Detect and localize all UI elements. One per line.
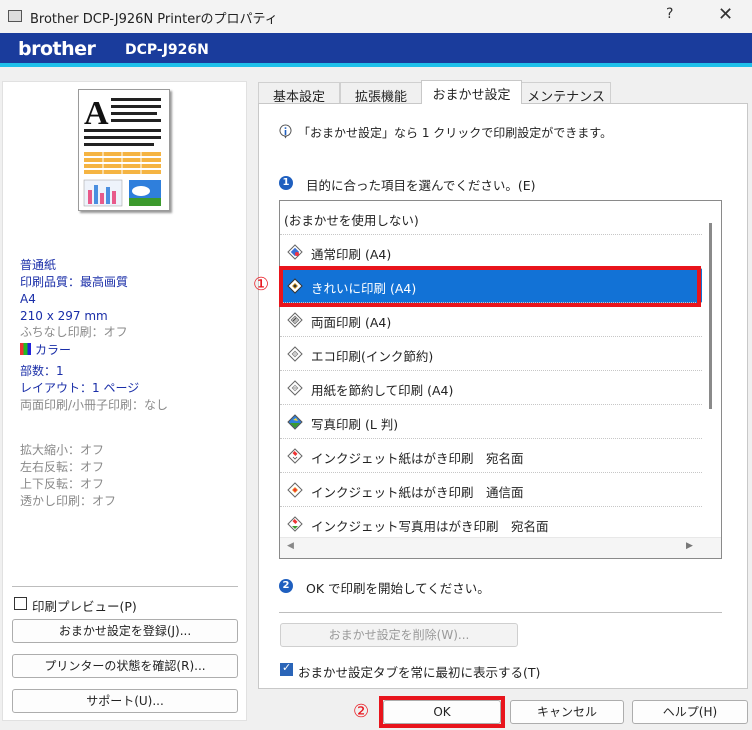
window-title: Brother DCP-J926N Printerのプロパティ (30, 12, 278, 27)
delete-preset-button[interactable]: おまかせ設定を削除(W)... (280, 623, 518, 647)
scroll-left-arrow-icon[interactable]: ◀ (287, 541, 294, 551)
watermark-text: 透かし印刷：オフ (20, 494, 117, 508)
svg-text:A: A (84, 95, 109, 132)
always-show-first-checkbox[interactable] (280, 661, 293, 676)
print-preview-checkbox[interactable] (14, 597, 27, 610)
title-bar: Brother DCP-J926N Printerのプロパティ ? ✕ (0, 0, 752, 33)
mirror-text: 左右反転：オフ (20, 460, 105, 474)
postcard-address-icon (287, 448, 303, 464)
brother-logo: brother (18, 38, 96, 60)
vertical-scroll-thumb[interactable] (709, 223, 712, 409)
highlight-frame-selection (279, 266, 701, 307)
photo-print-icon (287, 414, 303, 430)
vertical-scrollbar[interactable] (705, 201, 721, 537)
list-item-label: 通常印刷 (A4) (311, 247, 392, 262)
normal-print-icon (287, 244, 303, 260)
paper-save-icon (287, 380, 303, 396)
step-1-badge: 1 (279, 176, 293, 190)
list-item[interactable]: インクジェット紙はがき印刷 通信面 (280, 473, 702, 507)
divider (279, 612, 722, 613)
paper-dimensions-text: 210 x 297 mm (20, 309, 108, 323)
scroll-right-arrow-icon[interactable]: ▶ (686, 541, 693, 551)
list-item[interactable]: 用紙を節約して印刷 (A4) (280, 371, 702, 405)
cancel-button[interactable]: キャンセル (510, 700, 624, 724)
list-item-label: インクジェット写真用はがき印刷 宛名面 (311, 519, 549, 534)
annotation-marker-2: ② (353, 701, 370, 722)
postcard-message-icon (287, 482, 303, 498)
annotation-marker-1: ① (253, 274, 270, 295)
list-item[interactable]: 写真印刷 (L 判) (280, 405, 702, 439)
scaling-text: 拡大縮小：オフ (20, 443, 105, 457)
list-item[interactable]: インクジェット紙はがき印刷 宛名面 (280, 439, 702, 473)
list-item[interactable]: インクジェット写真用はがき印刷 宛名面 (280, 507, 702, 541)
help-button[interactable]: ヘルプ(H) (632, 700, 748, 724)
brand-bar: brother DCP-J926N (0, 33, 752, 67)
color-icon (20, 343, 31, 355)
list-item[interactable]: エコ印刷(インク節約) (280, 337, 702, 371)
list-item-label: エコ印刷(インク節約) (311, 349, 434, 364)
list-item[interactable]: (おまかせを使用しない) (280, 201, 702, 235)
info-icon (279, 124, 292, 139)
step-2-text: OK で印刷を開始してください。 (306, 581, 490, 596)
list-item[interactable]: 通常印刷 (A4) (280, 235, 702, 269)
tab-advanced[interactable]: 拡張機能 (340, 82, 422, 105)
print-preview-label: 印刷プレビュー(P) (32, 599, 137, 614)
support-button[interactable]: サポート(U)... (12, 689, 238, 713)
tab-presets[interactable]: おまかせ設定 (421, 80, 522, 104)
divider (12, 586, 238, 587)
tab-maintenance[interactable]: メンテナンス (521, 82, 611, 105)
highlight-frame-ok (379, 696, 505, 728)
model-name: DCP-J926N (125, 42, 209, 58)
paper-size-text: A4 (20, 292, 36, 306)
color-mode: カラー (20, 342, 71, 358)
print-quality-text: 印刷品質：最高画質 (20, 275, 129, 289)
preset-list[interactable]: (おまかせを使用しない) 通常印刷 (A4) きれいに印刷 (A4) 両面印刷 … (279, 200, 722, 559)
duplex-print-icon (287, 312, 303, 328)
list-item-label: インクジェット紙はがき印刷 通信面 (311, 485, 524, 500)
eco-print-icon (287, 346, 303, 362)
register-preset-button[interactable]: おまかせ設定を登録(J)... (12, 619, 238, 643)
tab-basic[interactable]: 基本設定 (258, 82, 340, 105)
list-item-label: 写真印刷 (L 判) (311, 417, 399, 432)
printer-status-button[interactable]: プリンターの状態を確認(R)... (12, 654, 238, 678)
color-mode-text: カラー (35, 343, 72, 357)
paper-type-text: 普通紙 (20, 258, 57, 272)
list-item-label: インクジェット紙はがき印刷 宛名面 (311, 451, 524, 466)
list-item[interactable]: 両面印刷 (A4) (280, 303, 702, 337)
step-2-badge: 2 (279, 579, 293, 593)
step-1-text: 目的に合った項目を選んでください。(E) (306, 178, 536, 193)
help-icon[interactable]: ? (666, 6, 673, 22)
always-show-first-label: おまかせ設定タブを常に最初に表示する(T) (298, 665, 541, 680)
borderless-text: ふちなし印刷：オフ (20, 325, 128, 339)
list-item-label: (おまかせを使用しない) (284, 213, 419, 228)
list-item-label: 両面印刷 (A4) (311, 315, 392, 330)
horizontal-scrollbar[interactable] (280, 537, 721, 558)
list-item-label: 用紙を節約して印刷 (A4) (311, 383, 454, 398)
reverse-text: 上下反転：オフ (20, 477, 105, 491)
page-preview-thumbnail: A (78, 89, 170, 211)
printer-icon (8, 10, 22, 22)
close-icon[interactable]: ✕ (718, 4, 733, 25)
layout-text: レイアウト：1 ページ (20, 381, 140, 395)
photo-postcard-icon (287, 516, 303, 532)
copies-text: 部数：1 (20, 364, 64, 378)
document-preview-icon: A (83, 95, 161, 207)
info-text: 「おまかせ設定」なら 1 クリックで印刷設定ができます。 (298, 126, 613, 140)
duplex-text: 両面印刷/小冊子印刷：なし (20, 398, 169, 412)
